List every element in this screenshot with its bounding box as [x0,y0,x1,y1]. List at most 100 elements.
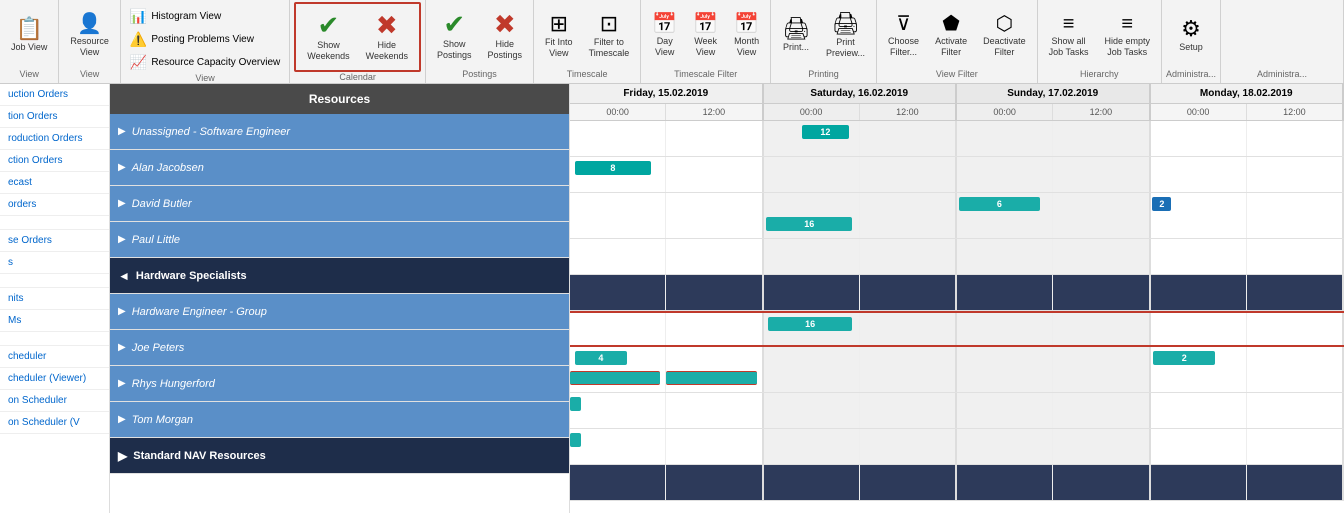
job-view-button[interactable]: 📋 Job View [4,14,54,57]
gantt-cell-sun [957,121,1053,156]
sidebar-nav-item-orders[interactable]: orders [0,194,109,216]
sidebar-nav-item-on-scheduler[interactable]: on Scheduler [0,390,109,412]
gantt-cell-alan-sat [764,157,860,192]
histogram-view-button[interactable]: 📊 Histogram View [125,6,285,27]
sidebar-nav-item-se-orders[interactable]: se Orders [0,230,109,252]
task-bar-alan-8: 8 [575,161,651,175]
show-all-job-tasks-button[interactable]: ≡ Show allJob Tasks [1042,10,1096,62]
toolbar-group-job-view: 📋 Job View View [0,0,59,83]
resource-row-hardware-specialists[interactable]: ◄ Hardware Specialists [110,258,569,294]
job-view-group-label: View [20,69,39,81]
month-view-button[interactable]: 📅 MonthView [727,10,766,62]
activate-filter-button[interactable]: ⬟ ActivateFilter [928,10,974,62]
gantt-cell-david-fri-2 [666,193,763,238]
sidebar-nav-item-on-scheduler-v[interactable]: on Scheduler (V [0,412,109,434]
fit-into-view-button[interactable]: ⊞ Fit IntoView [538,9,580,63]
gantt-row-alan-jacobsen: 8 [570,157,1344,193]
toolbar-group-setup: ⚙ Setup Administra... [1162,0,1221,83]
gantt-cell-joe-sat [764,347,860,392]
gantt-row-hardware-engineer-group: 16 [570,311,1344,347]
gantt-cell-alan-fri-2 [666,157,763,192]
show-postings-button[interactable]: ✔ ShowPostings [430,7,479,65]
print-preview-button[interactable]: 🖨 PrintPreview... [819,9,872,63]
resource-row-joe-peters[interactable]: ▶ Joe Peters [110,330,569,366]
resource-row-paul-little[interactable]: ▶ Paul Little [110,222,569,258]
expand-arrow-tom-morgan: ▶ [118,414,126,425]
week-view-button[interactable]: 📅 WeekView [686,10,725,62]
gantt-cell-paul-sat [764,239,860,274]
task-bar-tom [570,433,581,447]
resource-capacity-label: Resource Capacity Overview [151,57,280,68]
timescale-group-label: Timescale [567,69,608,81]
sidebar-nav-item-nits[interactable]: nits [0,288,109,310]
gantt-row-paul-little [570,239,1344,275]
gantt-cell-rhys-sun-2 [1053,393,1150,428]
gantt-cell-david-mon: 2 [1151,193,1247,238]
gantt-cell-david-sat-2 [860,193,957,238]
resource-view-icon: 👤 [77,14,102,34]
resource-row-standard-nav[interactable]: ▶ Standard NAV Resources [110,438,569,474]
choose-filter-button[interactable]: ⊽ ChooseFilter... [881,10,926,62]
resource-row-rhys-hungerford[interactable]: ▶ Rhys Hungerford [110,366,569,402]
toolbar-group-day-week-month: 📅 DayView 📅 WeekView 📅 MonthView Timesca… [641,0,771,83]
toolbar: 📋 Job View View 👤 ResourceView View 📊 Hi… [0,0,1344,84]
sidebar-nav-item-ms[interactable]: Ms [0,310,109,332]
show-weekends-button[interactable]: ✔ ShowWeekends [300,8,356,66]
hide-empty-job-tasks-icon: ≡ [1121,14,1133,34]
gantt-row-hardware-specialists [570,275,1344,311]
gantt-date-row: Friday, 15.02.2019 Saturday, 16.02.2019 … [570,84,1344,104]
resource-row-hardware-engineer-group[interactable]: ▶ Hardware Engineer - Group [110,294,569,330]
hide-postings-button[interactable]: ✖ HidePostings [481,7,530,65]
gantt-cell-tom-sat-2 [860,429,957,464]
choose-filter-icon: ⊽ [896,14,911,34]
task-bar-unassigned-12: 12 [802,125,850,139]
resource-view-button[interactable]: 👤 ResourceView [63,10,116,62]
hide-empty-job-tasks-button[interactable]: ≡ Hide emptyJob Tasks [1097,10,1157,62]
week-view-icon: 📅 [693,14,718,34]
sidebar-nav-item-ction-orders[interactable]: ction Orders [0,150,109,172]
deactivate-filter-button[interactable]: ⬡ DeactivateFilter [976,10,1033,62]
print-button[interactable]: 🖨 Print... [775,14,817,57]
week-view-label: WeekView [694,36,717,58]
sidebar-nav-item-scheduler[interactable]: cheduler [0,346,109,368]
postings-group-label: Postings [462,69,497,81]
setup-button[interactable]: ⚙ Setup [1172,14,1210,57]
resource-row-alan-jacobsen[interactable]: ▶ Alan Jacobsen [110,150,569,186]
hide-weekends-button[interactable]: ✖ HideWeekends [359,8,415,66]
gantt-cell-heg-sun-2 [1053,313,1150,345]
gantt-cell-rhys-fri-2 [666,393,763,428]
sidebar-nav-item-tion-orders[interactable]: tion Orders [0,106,109,128]
gantt-date-sat: Saturday, 16.02.2019 [764,84,958,103]
posting-problems-button[interactable]: ⚠️ Posting Problems View [125,29,285,50]
resource-name-david-butler: David Butler [132,198,192,210]
timescale-filter-label: Timescale Filter [674,69,737,81]
sidebar-nav-item-production-orders-1[interactable]: uction Orders [0,84,109,106]
sidebar-nav-item-s[interactable]: s [0,252,109,274]
sidebar-nav-item-production-orders-3[interactable]: roduction Orders [0,128,109,150]
gantt-cell-heg-fri-2 [666,313,763,345]
expand-arrow-david-butler: ▶ [118,198,126,209]
resource-row-unassigned-sw[interactable]: ▶ Unassigned - Software Engineer [110,114,569,150]
resource-capacity-button[interactable]: 📈 Resource Capacity Overview [125,52,285,73]
gantt-cell-paul-mon [1151,239,1247,274]
gantt-cell-joe-mon-2 [1247,347,1344,392]
choose-filter-label: ChooseFilter... [888,36,919,58]
day-view-icon: 📅 [652,14,677,34]
resource-row-tom-morgan[interactable]: ▶ Tom Morgan [110,402,569,438]
gantt-cell-rhys-sat [764,393,860,428]
sidebar-nav-item-ecast[interactable]: ecast [0,172,109,194]
gantt-cell-mon-2 [1247,121,1344,156]
resource-row-david-butler[interactable]: ▶ David Butler [110,186,569,222]
gantt-cell-sat: 12 [764,121,860,156]
gantt-cell-hw-group-mon [1151,275,1247,310]
sidebar-nav-item-empty1 [0,216,109,230]
print-preview-icon: 🖨 [832,13,860,35]
hide-weekends-x-icon: ✖ [376,12,398,38]
gantt-cell-heg-sat: 16 [764,313,860,345]
filter-timescale-button[interactable]: ⊡ Filter toTimescale [582,9,637,63]
gantt-cell-hw-group-mon-2 [1247,275,1344,310]
gantt-cell-david-sat: 16 [764,193,860,238]
setup-icon: ⚙ [1181,18,1201,40]
day-view-button[interactable]: 📅 DayView [645,10,684,62]
sidebar-nav-item-scheduler-viewer[interactable]: cheduler (Viewer) [0,368,109,390]
